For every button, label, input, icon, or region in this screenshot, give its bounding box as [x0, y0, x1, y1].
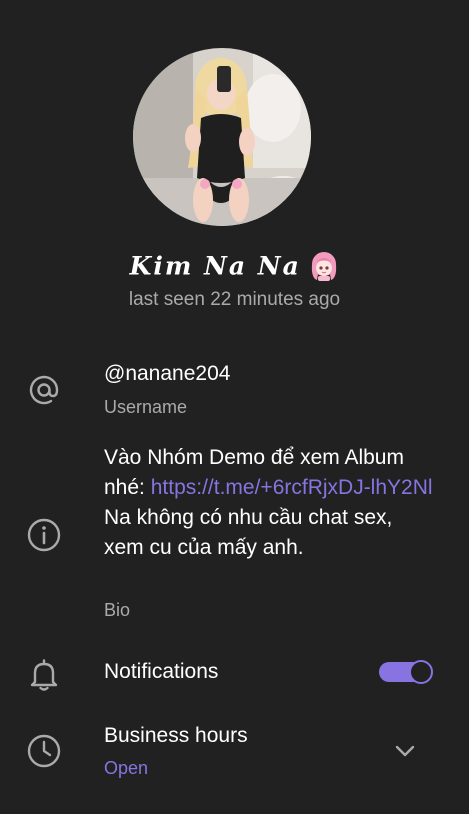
avatar-photo [133, 48, 311, 226]
info-icon [24, 515, 64, 555]
notifications-toggle[interactable] [379, 660, 433, 684]
chevron-down-icon[interactable] [392, 738, 418, 764]
toggle-knob [409, 660, 433, 684]
profile-page: 𝑲𝒊𝒎 𝑵𝒂 𝑵𝒂 last seen 22 minutes ago @nana… [0, 0, 469, 814]
profile-name-row: 𝑲𝒊𝒎 𝑵𝒂 𝑵𝒂 [0, 250, 469, 286]
bell-icon [24, 654, 64, 694]
business-hours-status: Open [104, 758, 149, 778]
notifications-label: Notifications [104, 660, 219, 683]
bio-link[interactable]: https://t.me/+6rcfRjxDJ-lhY2Nl [151, 476, 433, 499]
profile-name: 𝑲𝒊𝒎 𝑵𝒂 𝑵𝒂 [129, 251, 301, 281]
bio-text-after: Na không có nhu cầu chat sex, xem cu của… [104, 506, 393, 559]
last-seen-status: last seen 22 minutes ago [128, 289, 341, 310]
bio-label: Bio [104, 600, 131, 620]
username-value[interactable]: @nanane204 [104, 362, 230, 386]
clock-icon [24, 731, 64, 771]
business-hours-label[interactable]: Business hours [104, 724, 248, 748]
anime-girl-emoji-icon [309, 250, 339, 282]
bio-text: Vào Nhóm Demo để xem Album nhé: https://… [104, 443, 434, 563]
username-label: Username [104, 397, 188, 417]
profile-avatar[interactable] [133, 48, 311, 226]
at-icon [24, 370, 64, 410]
